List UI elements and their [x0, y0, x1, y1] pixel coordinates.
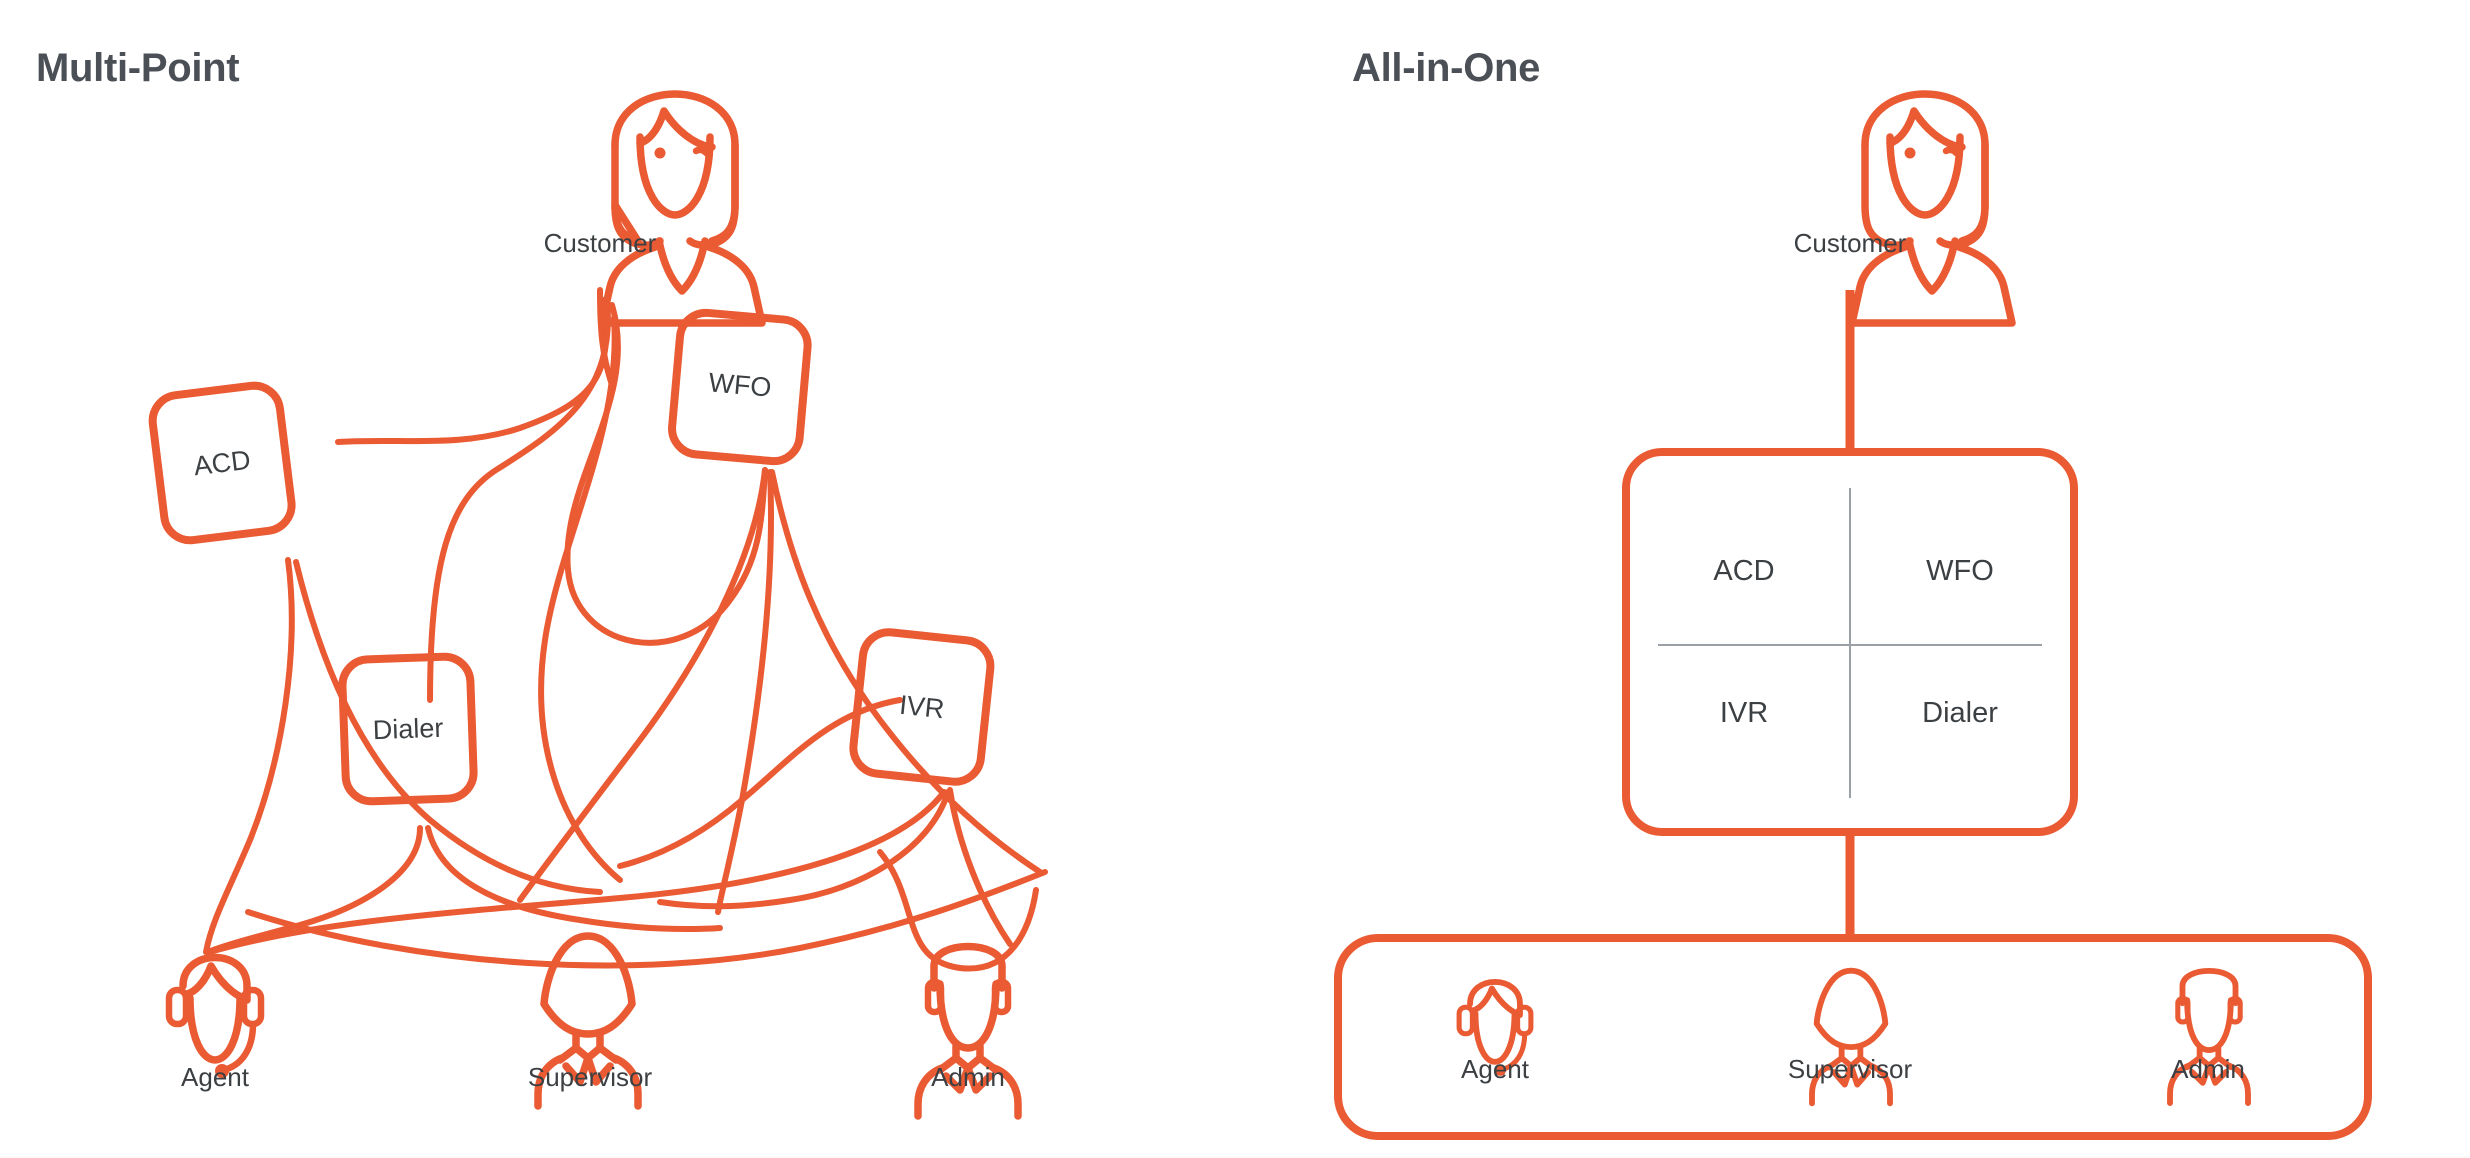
multi-point-scene: Customer ACD WFO Dialer IVR Agent Superv…: [148, 90, 1048, 1120]
woman-customer-icon: [598, 90, 766, 327]
panel-all-in-one: All-in-One Customer ACD WFO IVR Dialer A…: [1330, 0, 2470, 1158]
role-label-agent-right: Agent: [1461, 1054, 1530, 1084]
node-acd-label: ACD: [192, 445, 252, 482]
node-dialer[interactable]: Dialer: [338, 652, 478, 806]
roles-bar[interactable]: Agent Supervisor Admin: [1334, 934, 2372, 1140]
quadrant-label-acd: ACD: [1713, 555, 1774, 587]
node-wfo[interactable]: WFO: [668, 308, 812, 466]
woman-customer-icon: [1848, 90, 2016, 327]
node-dialer-label: Dialer: [372, 713, 444, 745]
panel-multi-point: Multi-Point Customer ACD WFO Dialer IVR …: [0, 0, 1330, 1158]
all-in-one-scene: Customer ACD WFO IVR Dialer Agent Superv…: [1334, 90, 2372, 1140]
quadrant-label-dialer: Dialer: [1922, 697, 1998, 729]
node-wfo-label: WFO: [707, 367, 772, 402]
multi-point-links: [203, 287, 1048, 972]
customer-label-left: Customer: [544, 228, 657, 258]
quadrant-label-ivr: IVR: [1720, 697, 1768, 729]
role-label-admin-left: Admin: [931, 1062, 1005, 1092]
customer-label-right: Customer: [1794, 228, 1907, 258]
diagram-canvas: Multi-Point Customer ACD WFO Dialer IVR …: [0, 0, 2470, 1158]
node-ivr-label: IVR: [898, 690, 946, 725]
quadrant-label-wfo: WFO: [1926, 555, 1994, 587]
agent-headset-icon: [165, 953, 265, 1078]
role-label-admin-right: Admin: [2171, 1054, 2245, 1084]
role-label-agent-left: Agent: [181, 1062, 250, 1092]
node-acd[interactable]: ACD: [148, 381, 296, 545]
platform-box[interactable]: ACD WFO IVR Dialer: [1622, 448, 2078, 836]
role-label-supervisor-right: Supervisor: [1788, 1054, 1913, 1084]
role-label-supervisor-left: Supervisor: [528, 1062, 653, 1092]
